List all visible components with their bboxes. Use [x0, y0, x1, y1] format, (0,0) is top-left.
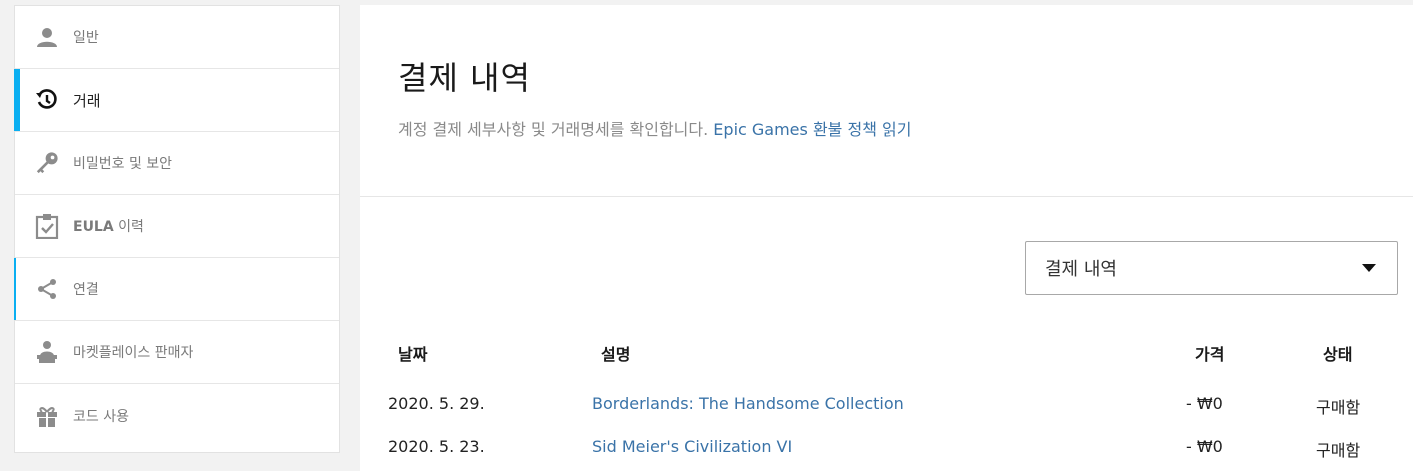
sidebar-item-label: 비밀번호 및 보안: [73, 156, 173, 172]
sidebar-item-label: 일반: [73, 30, 99, 46]
subtitle-text: 계정 결제 세부사항 및 거래명세를 확인합니다.: [398, 120, 714, 139]
seller-icon: [35, 340, 59, 364]
clipboard-check-icon: [35, 214, 59, 239]
page-subtitle: 계정 결제 세부사항 및 거래명세를 확인합니다. Epic Games 환불 …: [398, 116, 911, 140]
eula-label: EULA: [73, 219, 114, 235]
transaction-type-dropdown[interactable]: 결제 내역: [1025, 241, 1398, 295]
row-description-link[interactable]: Sid Meier's Civilization VI: [592, 437, 792, 456]
column-header-date: 날짜: [398, 345, 428, 364]
user-icon: [35, 25, 59, 49]
row-date: 2020. 5. 29.: [388, 394, 485, 413]
sidebar: 일반 거래 비밀번호 및 보안 EULA 이력 연결 마켓플레이스 판매자 코드…: [14, 5, 340, 453]
sidebar-item-redeem-code[interactable]: 코드 사용: [15, 384, 339, 447]
row-status: 구매함: [1316, 441, 1361, 460]
sidebar-item-label: 거래: [73, 91, 101, 110]
row-status: 구매함: [1316, 398, 1361, 417]
page-header: 결제 내역 계정 결제 세부사항 및 거래명세를 확인합니다. Epic Gam…: [360, 5, 1413, 197]
row-date: 2020. 5. 23.: [388, 437, 485, 456]
history-label: 이력: [113, 219, 144, 235]
sidebar-item-label: 마켓플레이스 판매자: [73, 345, 194, 361]
sidebar-item-label: 연결: [73, 282, 99, 298]
key-icon: [35, 151, 59, 175]
sidebar-item-password-security[interactable]: 비밀번호 및 보안: [15, 132, 339, 195]
gift-icon: [35, 404, 59, 428]
caret-down-icon: [1362, 264, 1376, 272]
row-price: - ₩0: [1186, 437, 1223, 456]
main-panel: 결제 내역 계정 결제 세부사항 및 거래명세를 확인합니다. Epic Gam…: [360, 5, 1413, 471]
sidebar-item-transactions[interactable]: 거래: [14, 69, 339, 132]
dropdown-selected-value: 결제 내역: [1045, 259, 1117, 280]
page-title: 결제 내역: [398, 59, 531, 97]
share-icon: [35, 277, 59, 301]
row-description-link[interactable]: Borderlands: The Handsome Collection: [592, 394, 904, 413]
sidebar-item-general[interactable]: 일반: [15, 6, 339, 69]
sidebar-item-label: 코드 사용: [73, 408, 129, 425]
sidebar-item-connections[interactable]: 연결: [14, 258, 339, 321]
row-price: - ₩0: [1186, 394, 1223, 413]
refund-policy-link[interactable]: Epic Games 환불 정책 읽기: [713, 120, 911, 139]
sidebar-item-label: EULA 이력: [73, 216, 144, 236]
sidebar-item-marketplace-seller[interactable]: 마켓플레이스 판매자: [15, 321, 339, 384]
column-header-price: 가격: [1195, 345, 1225, 364]
column-header-status: 상태: [1323, 345, 1353, 364]
column-header-description: 설명: [601, 345, 631, 364]
sidebar-item-eula-history[interactable]: EULA 이력: [15, 195, 339, 258]
history-icon: [35, 88, 59, 112]
